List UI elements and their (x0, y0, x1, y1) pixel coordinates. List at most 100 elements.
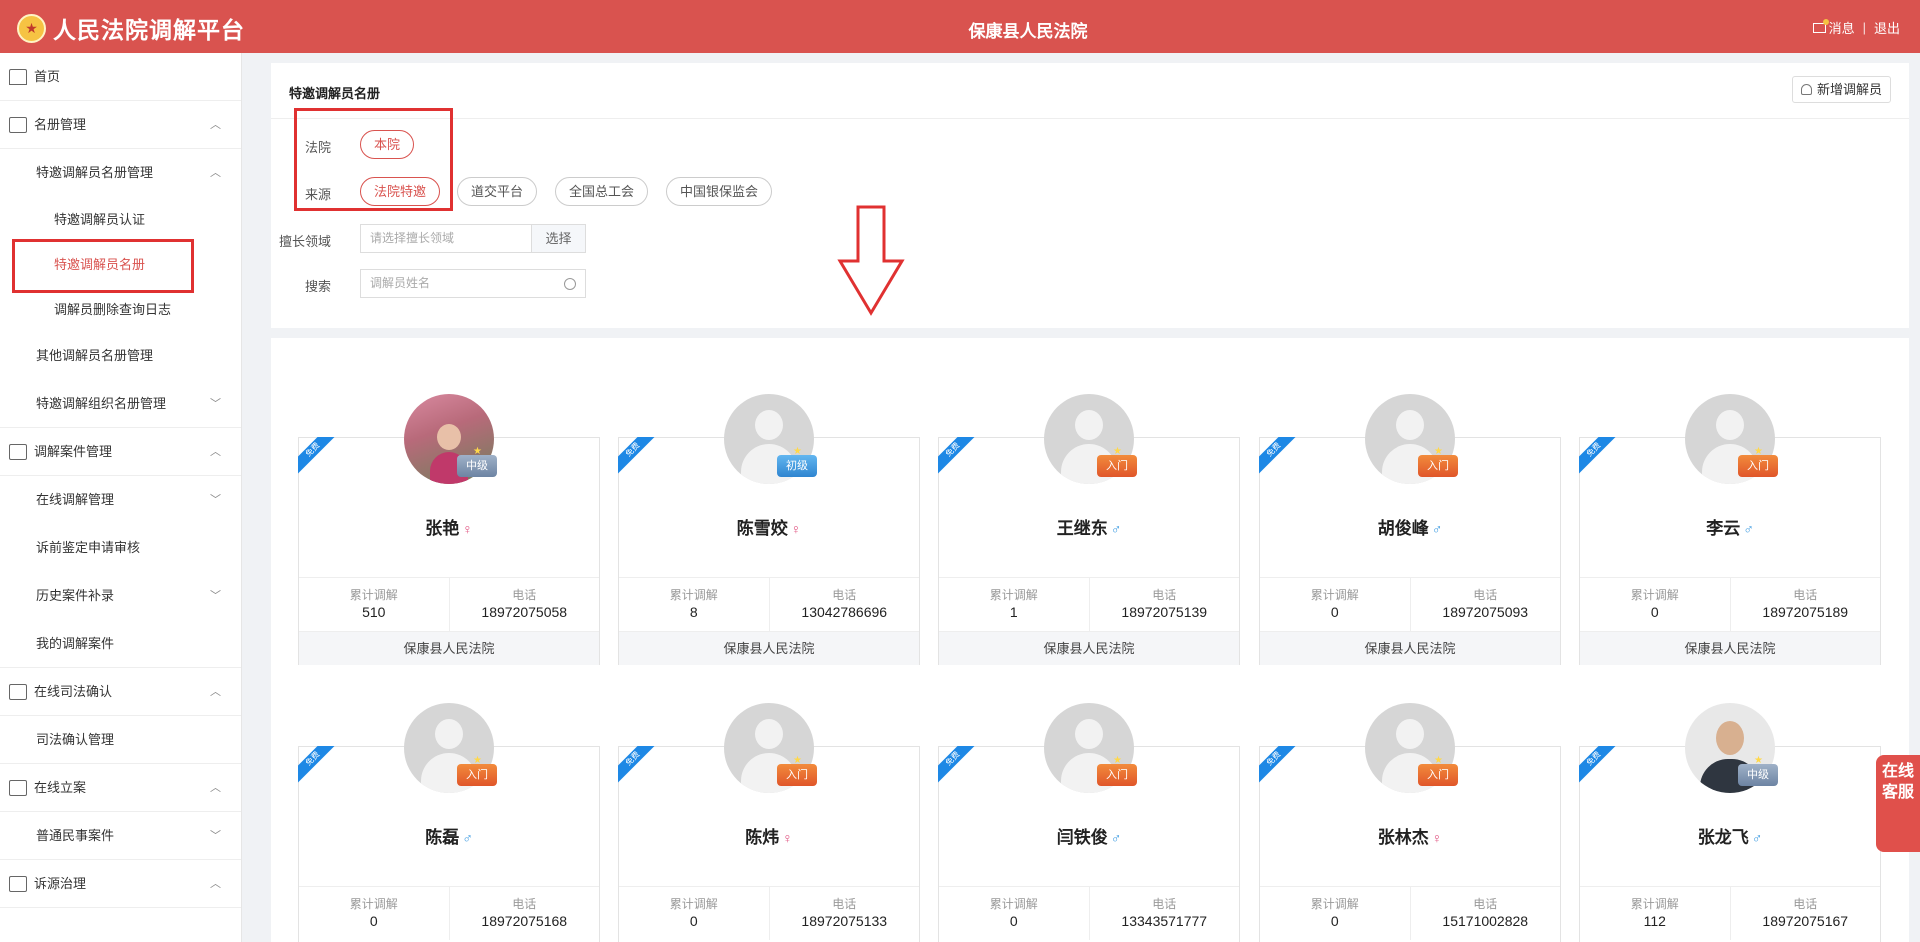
field-select-button[interactable]: 选择 (531, 224, 586, 253)
mediator-name: 张林杰 (1377, 828, 1429, 847)
mediator-card[interactable]: 免费 ★ 入门 张林杰 ♀ 累计调解 0 电话 15171002828 (1259, 703, 1561, 942)
sidebar-item-label: 诉前鉴定申请审核 (36, 540, 141, 555)
search-input[interactable]: 调解员姓名 (360, 269, 586, 298)
source-option-cbirc[interactable]: 中国银保监会 (666, 177, 773, 206)
sidebar-item-roster[interactable]: 名册管理 ︿ (0, 101, 241, 149)
mediator-card[interactable]: 免费 ★ 入门 陈炜 ♀ 累计调解 0 电话 18972075133 (618, 703, 920, 942)
mediator-card[interactable]: 免费 ★ 入门 李云 ♂ 累计调解 0 电话 18972075189 保康县人民法院 (1579, 394, 1881, 665)
mediator-stats: 累计调解 112 电话 18972075167 (1580, 886, 1880, 940)
phone-stat: 电话 18972075139 (1088, 578, 1240, 631)
mediator-name: 李云 (1706, 519, 1741, 538)
cases-value: 0 (369, 913, 378, 929)
gender-icon: ♂ (1110, 830, 1122, 846)
sidebar-item-org-roster[interactable]: 特邀调解组织名册管理 ﹀ (0, 380, 241, 428)
sidebar-item-my-cases[interactable]: 我的调解案件 (0, 620, 241, 668)
cases-label: 累计调解 (989, 588, 1038, 602)
mediator-card[interactable]: 免费 ★ 入门 王继东 ♂ 累计调解 1 电话 18972075139 保康县人民法院 (938, 394, 1240, 665)
cases-value: 0 (689, 913, 698, 929)
phone-label: 电话 (1152, 588, 1177, 602)
phone-value: 13343571777 (1121, 913, 1208, 929)
avatar-head (1716, 410, 1744, 440)
free-ribbon: 免费 (298, 437, 338, 477)
sidebar-item-label: 司法确认管理 (36, 732, 115, 747)
logout-link[interactable]: 退出 (1874, 18, 1900, 37)
mediator-stats: 累计调解 0 电话 13343571777 (939, 886, 1239, 940)
mediator-card[interactable]: 免费 ★ 入门 陈磊 ♂ 累计调解 0 电话 18972075168 (298, 703, 600, 942)
sidebar-item-label: 在线调解管理 (36, 492, 115, 507)
level-badge: ★ 入门 (1418, 755, 1458, 792)
phone-value: 18972075168 (481, 913, 568, 929)
cases-label: 累计调解 (669, 897, 718, 911)
mediator-stats: 累计调解 0 电话 18972075168 (299, 886, 599, 940)
sidebar-item-confirm-mgmt[interactable]: 司法确认管理 (0, 716, 241, 764)
mediator-name: 陈磊 (425, 828, 460, 847)
mail-icon[interactable] (1812, 18, 1829, 33)
sidebar-item-civil-cases[interactable]: 普通民事案件 ﹀ (0, 812, 241, 860)
online-service-button[interactable]: 在线客服 (1876, 755, 1920, 852)
phone-label: 电话 (512, 897, 537, 911)
mediator-stats: 累计调解 0 电话 15171002828 (1260, 886, 1560, 940)
free-ribbon: 免费 (938, 437, 978, 477)
sidebar-item-label: 调解员删除查询日志 (54, 302, 172, 317)
gender-icon: ♂ (1431, 521, 1443, 537)
level-badge: ★ 入门 (1097, 755, 1137, 792)
phone-stat: 电话 18972075133 (768, 887, 920, 940)
sidebar-item-label: 在线立案 (34, 780, 87, 795)
ribbon-label: 免费 (298, 746, 338, 786)
level-badge: ★ 入门 (1738, 446, 1778, 483)
sidebar-item-certification[interactable]: 特邀调解员认证 (0, 197, 241, 242)
sidebar-item-history-cases[interactable]: 历史案件补录 ﹀ (0, 572, 241, 620)
cases-stat: 累计调解 0 (1260, 578, 1410, 631)
messages-link[interactable]: 消息 (1829, 18, 1855, 37)
cases-label: 累计调解 (349, 588, 398, 602)
mediator-card[interactable]: 免费 ★ 入门 闫铁俊 ♂ 累计调解 0 电话 13343571777 (938, 703, 1240, 942)
add-mediator-button[interactable]: 新增调解员 (1791, 76, 1891, 103)
chevron-up-icon: ︿ (210, 878, 221, 890)
mediator-name: 胡俊峰 (1377, 519, 1429, 538)
mediator-card[interactable]: 免费 ★ 初级 陈雪姣 ♀ 累计调解 8 电话 13042786696 保康县人民法院 (618, 394, 920, 665)
cases-value: 1 (1009, 604, 1018, 620)
add-mediator-label: 新增调解员 (1816, 82, 1882, 97)
sidebar-item-other-roster[interactable]: 其他调解员名册管理 (0, 332, 241, 380)
roster-icon (9, 117, 27, 133)
phone-value: 18972075139 (1121, 604, 1208, 620)
sidebar-item-case-mgmt[interactable]: 调解案件管理 ︿ (0, 428, 241, 476)
free-ribbon: 免费 (618, 746, 658, 786)
mediator-name: 张艳 (425, 519, 460, 538)
phone-stat: 电话 13042786696 (768, 578, 920, 631)
chevron-up-icon: ︿ (210, 686, 221, 698)
sidebar-item-online-mediation[interactable]: 在线调解管理 ﹀ (0, 476, 241, 524)
mediator-court: 保康县人民法院 (1260, 631, 1560, 665)
sidebar-item-source-governance[interactable]: 诉源治理 ︿ (0, 860, 241, 908)
sidebar-item-home[interactable]: 首页 (0, 53, 241, 101)
level-badge-label: 入门 (1097, 455, 1137, 477)
sidebar-item-appraisal-review[interactable]: 诉前鉴定申请审核 (0, 524, 241, 572)
source-option-traffic[interactable]: 道交平台 (457, 177, 538, 206)
cases-label: 累计调解 (669, 588, 718, 602)
free-ribbon: 免费 (298, 746, 338, 786)
chevron-up-icon: ︿ (210, 446, 221, 458)
level-badge-label: 入门 (1097, 764, 1137, 786)
level-badge: ★ 入门 (1418, 446, 1458, 483)
field-input[interactable]: 请选择擅长领域 (360, 224, 532, 253)
sidebar-item-online-filing[interactable]: 在线立案 ︿ (0, 764, 241, 812)
mediator-name: 王继东 (1056, 519, 1108, 538)
phone-label: 电话 (832, 897, 857, 911)
free-ribbon: 免费 (1259, 437, 1299, 477)
sidebar-item-judicial-confirm[interactable]: 在线司法确认 ︿ (0, 668, 241, 716)
cases-stat: 累计调解 0 (619, 887, 769, 940)
ribbon-label: 免费 (938, 437, 978, 477)
search-icon[interactable] (564, 278, 576, 290)
mediator-card[interactable]: 免费 ★ 中级 张龙飞 ♂ 累计调解 112 电话 18972075167 (1579, 703, 1881, 942)
cases-stat: 累计调解 0 (1260, 887, 1410, 940)
phone-label: 电话 (1152, 897, 1177, 911)
source-option-union[interactable]: 全国总工会 (555, 177, 649, 206)
phone-value: 18972075167 (1762, 913, 1849, 929)
mediator-stats: 累计调解 0 电话 18972075189 (1580, 577, 1880, 631)
sidebar-item-special-roster-mgmt[interactable]: 特邀调解员名册管理 ︿ (0, 149, 241, 197)
cases-value: 0 (1330, 913, 1339, 929)
sidebar-item-delete-log[interactable]: 调解员删除查询日志 (0, 287, 241, 332)
mediator-card[interactable]: 免费 ★ 中级 张艳 ♀ 累计调解 510 电话 18972075058 保康县人民法院 (298, 394, 600, 665)
mediator-card[interactable]: 免费 ★ 入门 胡俊峰 ♂ 累计调解 0 电话 18972075093 保康县人民法院 (1259, 394, 1561, 665)
sidebar-item-label: 特邀调解员认证 (54, 212, 146, 227)
